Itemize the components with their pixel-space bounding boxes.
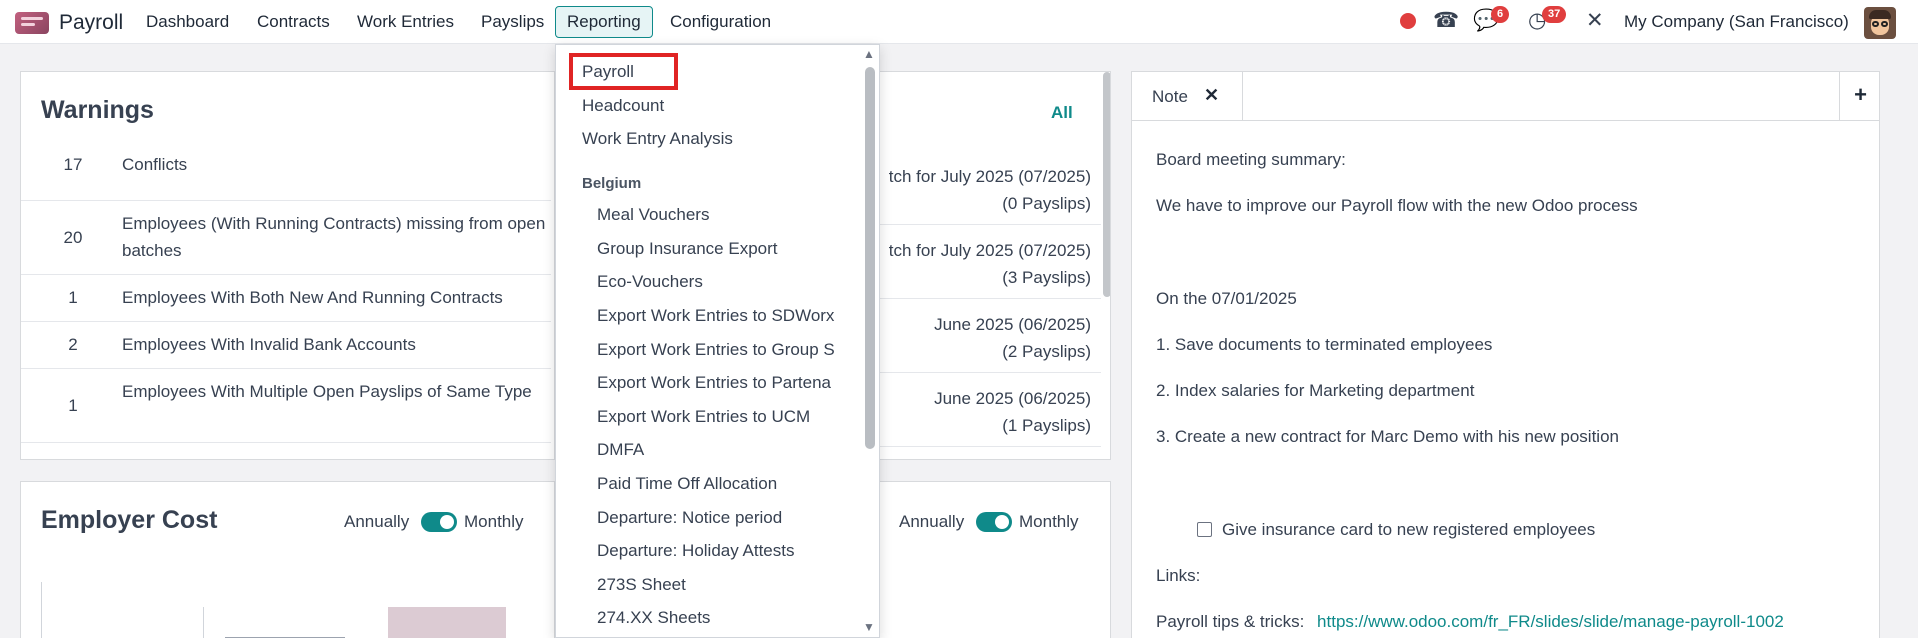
nav-dashboard[interactable]: Dashboard	[146, 12, 229, 32]
batch-payslip-count: (3 Payslips)	[1002, 268, 1091, 287]
activities-badge: 37	[1542, 6, 1567, 23]
batch-row[interactable]: tch for July 2025 (07/2025) (0 Payslips)	[861, 163, 1091, 217]
warning-label: Employees With Multiple Open Payslips of…	[122, 382, 532, 401]
app-name[interactable]: Payroll	[59, 11, 123, 35]
annually-label: Annually	[899, 512, 965, 531]
payroll-tips-line: Payroll tips & tricks: https://www.odoo.…	[1156, 612, 1784, 632]
warning-row[interactable]	[21, 442, 551, 459]
warning-label: Employees (With Running Contracts) missi…	[122, 214, 546, 260]
batch-name: tch for July 2025 (07/2025)	[888, 167, 1091, 186]
insurance-card-checkbox[interactable]	[1197, 522, 1212, 537]
menu-item-export-partena[interactable]: Export Work Entries to Partena	[597, 373, 831, 393]
menu-item-payroll[interactable]: Payroll	[582, 62, 634, 82]
warning-row[interactable]: 1 Employees With Both New And Running Co…	[21, 274, 551, 321]
scroll-down-arrow-icon[interactable]: ▼	[863, 620, 875, 634]
warning-label: Employees With Invalid Bank Accounts	[122, 335, 416, 354]
add-note-icon[interactable]: +	[1839, 72, 1879, 120]
menu-item-273s-sheet[interactable]: 273S Sheet	[597, 575, 686, 595]
reporting-dropdown: Payroll Headcount Work Entry Analysis Be…	[555, 44, 880, 638]
batch-payslip-count: (0 Payslips)	[1002, 194, 1091, 213]
batches-scrollbar[interactable]	[1103, 72, 1110, 297]
menu-item-departure-holiday-attests[interactable]: Departure: Holiday Attests	[597, 541, 794, 561]
menu-item-eco-vouchers[interactable]: Eco-Vouchers	[597, 272, 703, 292]
batch-row[interactable]: tch for July 2025 (07/2025) (3 Payslips)	[861, 237, 1091, 291]
phone-icon[interactable]: ☎	[1433, 9, 1459, 33]
monthly-label: Monthly	[1019, 512, 1079, 531]
batch-row[interactable]: June 2025 (06/2025) (1 Payslips)	[861, 385, 1091, 439]
warning-count: 2	[68, 335, 78, 354]
employer-cost-card: Employer Cost Annually Monthly	[20, 481, 555, 638]
payroll-app-icon[interactable]	[15, 12, 49, 34]
menu-item-group-insurance-export[interactable]: Group Insurance Export	[597, 239, 777, 259]
warning-row[interactable]: 2 Employees With Invalid Bank Accounts	[21, 321, 551, 368]
nav-configuration[interactable]: Configuration	[670, 12, 771, 32]
batch-name: June 2025 (06/2025)	[934, 315, 1091, 334]
scroll-up-arrow-icon[interactable]: ▲	[863, 47, 875, 61]
menu-item-dmfa[interactable]: DMFA	[597, 440, 644, 460]
nav-work-entries[interactable]: Work Entries	[357, 12, 454, 32]
batch-payslip-count: (1 Payslips)	[1002, 416, 1091, 435]
menu-item-meal-vouchers[interactable]: Meal Vouchers	[597, 205, 709, 225]
menu-item-paid-time-off-allocation[interactable]: Paid Time Off Allocation	[597, 474, 777, 494]
note-line[interactable]: On the 07/01/2025	[1156, 289, 1297, 309]
nav-contracts[interactable]: Contracts	[257, 12, 330, 32]
warning-label: Conflicts	[122, 155, 188, 174]
note-line[interactable]: 1. Save documents to terminated employee…	[1156, 335, 1492, 355]
menu-item-departure-notice-period[interactable]: Departure: Notice period	[597, 508, 782, 528]
warning-count: 1	[68, 288, 78, 307]
annually-label: Annually	[344, 512, 410, 531]
employer-cost-title: Employer Cost	[41, 506, 218, 534]
warning-label: Employees With Both New And Running Cont…	[122, 288, 503, 307]
note-line[interactable]: 2. Index salaries for Marketing departme…	[1156, 381, 1474, 401]
batch-payslip-count: (2 Payslips)	[1002, 342, 1091, 361]
nav-payslips[interactable]: Payslips	[481, 12, 544, 32]
annually-monthly-toggle[interactable]	[976, 512, 1012, 532]
dropdown-scrollbar-thumb[interactable]	[865, 67, 875, 449]
menu-item-work-entry-analysis[interactable]: Work Entry Analysis	[582, 129, 733, 149]
warning-count: 17	[63, 155, 83, 174]
menu-item-274xx-sheets[interactable]: 274.XX Sheets	[597, 608, 710, 628]
batches-card: All tch for July 2025 (07/2025) (0 Paysl…	[860, 71, 1111, 460]
batches-all-link[interactable]: All	[1051, 103, 1073, 123]
warnings-card: Warnings 17 Conflicts 20 Employees (With…	[20, 71, 555, 460]
links-label: Links:	[1156, 566, 1201, 585]
menu-item-headcount[interactable]: Headcount	[582, 96, 664, 116]
cost-bar	[388, 607, 506, 638]
warnings-title: Warnings	[41, 96, 154, 124]
warning-row[interactable]: 1 Employees With Multiple Open Payslips …	[21, 368, 551, 442]
payroll-tips-link[interactable]: https://www.odoo.com/fr_FR/slides/slide/…	[1317, 612, 1784, 631]
menu-item-export-sdworx[interactable]: Export Work Entries to SDWorx	[597, 306, 834, 326]
note-line[interactable]: 3. Create a new contract for Marc Demo w…	[1156, 427, 1619, 447]
user-avatar[interactable]	[1864, 7, 1896, 39]
note-tab[interactable]: Note ✕	[1132, 72, 1243, 120]
warning-row[interactable]: 20 Employees (With Running Contracts) mi…	[21, 200, 551, 274]
payroll-tips-label: Payroll tips & tricks:	[1156, 612, 1305, 631]
close-icon[interactable]: ✕	[1204, 85, 1219, 106]
note-tab-label: Note	[1152, 87, 1188, 106]
warning-row[interactable]: 17 Conflicts	[21, 122, 551, 182]
employer-cost-card-2: Annually Monthly	[860, 481, 1111, 638]
tools-icon[interactable]: ✕	[1586, 9, 1604, 33]
menu-section-belgium: Belgium	[582, 175, 642, 192]
warning-count: 20	[63, 228, 83, 247]
checklist-item-label: Give insurance card to new registered em…	[1222, 520, 1596, 539]
batch-name: June 2025 (06/2025)	[934, 389, 1091, 408]
note-line[interactable]: We have to improve our Payroll flow with…	[1156, 196, 1638, 216]
warning-count: 1	[68, 396, 78, 415]
messages-badge: 6	[1491, 6, 1510, 23]
batch-name: tch for July 2025 (07/2025)	[888, 241, 1091, 260]
nav-reporting[interactable]: Reporting	[555, 6, 653, 38]
batch-row[interactable]: June 2025 (06/2025) (2 Payslips)	[861, 311, 1091, 365]
menu-item-export-group-s[interactable]: Export Work Entries to Group S	[597, 340, 835, 360]
top-navbar: Payroll Dashboard Contracts Work Entries…	[0, 0, 1918, 44]
menu-item-export-ucm[interactable]: Export Work Entries to UCM	[597, 407, 810, 427]
monthly-label: Monthly	[464, 512, 524, 531]
company-switcher[interactable]: My Company (San Francisco)	[1624, 12, 1849, 32]
note-line[interactable]: Board meeting summary:	[1156, 150, 1346, 170]
annually-monthly-toggle[interactable]	[421, 512, 457, 532]
recording-status-icon[interactable]	[1400, 13, 1416, 29]
